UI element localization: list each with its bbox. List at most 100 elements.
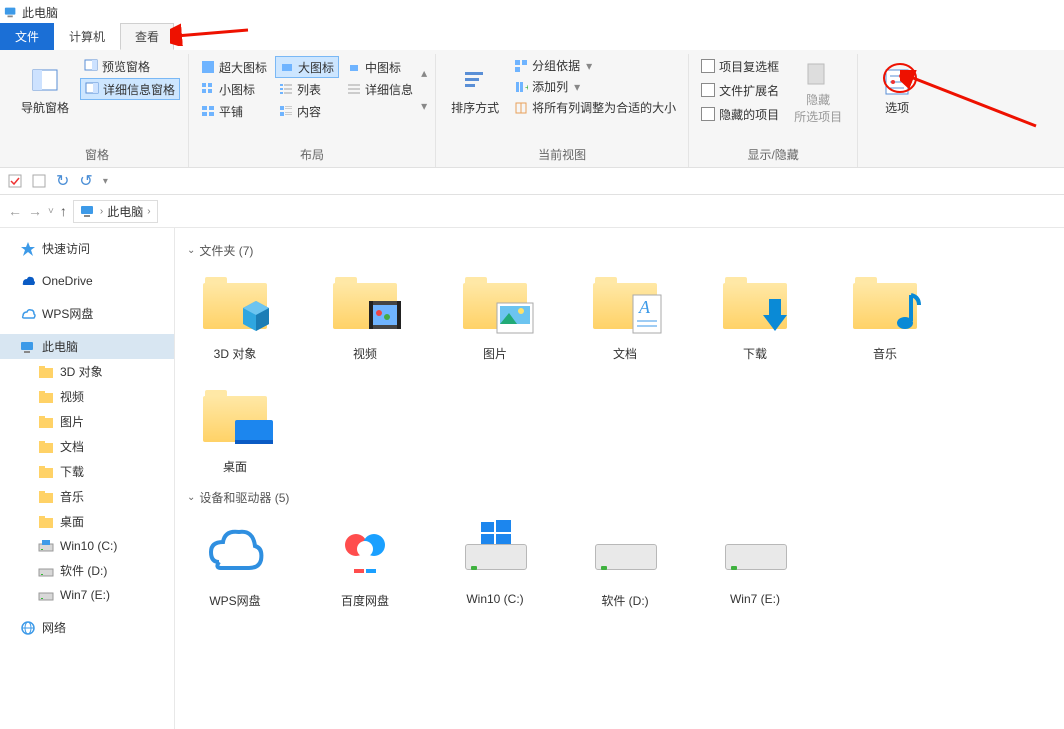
- ribbon-group-options: 选项: [858, 54, 936, 167]
- sidebar-item-documents[interactable]: 文档: [0, 434, 174, 459]
- sidebar-item-quick-access[interactable]: 快速访问: [0, 236, 174, 261]
- group-by-icon: [514, 59, 528, 73]
- breadcrumb-item[interactable]: 此电脑: [107, 203, 143, 220]
- details-pane-toggle[interactable]: 详细信息窗格: [80, 78, 180, 100]
- hide-selected-button[interactable]: 隐藏 所选项目: [787, 56, 849, 128]
- add-columns-button[interactable]: +添加列▾: [510, 77, 680, 96]
- this-pc-icon: [4, 5, 18, 19]
- sidebar-item-onedrive[interactable]: OneDrive: [0, 269, 174, 293]
- options-button[interactable]: 选项: [866, 56, 928, 128]
- forward-button[interactable]: →: [28, 203, 42, 219]
- checkbox-icon: [701, 83, 715, 97]
- sidebar-item-3d-objects[interactable]: 3D 对象: [0, 359, 174, 384]
- up-button[interactable]: ↑: [60, 203, 67, 219]
- chevron-down-icon: ⌄: [187, 492, 195, 503]
- section-header-folders[interactable]: ⌄ 文件夹 (7): [187, 242, 1052, 259]
- sidebar-item-desktop[interactable]: 桌面: [0, 509, 174, 534]
- details-icon: [347, 82, 361, 96]
- cube-icon: [237, 297, 275, 335]
- checkbox-empty-icon[interactable]: [32, 174, 46, 188]
- tile-drive-e[interactable]: Win7 (E:): [707, 514, 803, 609]
- tile-downloads[interactable]: 下载: [707, 267, 803, 362]
- hidden-items-toggle[interactable]: 隐藏的项目: [697, 104, 783, 124]
- sort-by-button[interactable]: 排序方式: [444, 56, 506, 128]
- navigation-sidebar: 快速访问 OneDrive WPS网盘 此电脑 3D 对象 视频 图片 文档 下…: [0, 228, 175, 729]
- tiles-icon: [201, 104, 215, 118]
- sidebar-item-wps[interactable]: WPS网盘: [0, 301, 174, 326]
- tile-drive-d[interactable]: 软件 (D:): [577, 514, 673, 609]
- sidebar-item-drive-e[interactable]: Win7 (E:): [0, 583, 174, 607]
- sidebar-item-network[interactable]: 网络: [0, 615, 174, 640]
- document-icon: A: [631, 293, 665, 335]
- sidebar-item-music[interactable]: 音乐: [0, 484, 174, 509]
- chevron-right-icon[interactable]: ›: [147, 206, 150, 217]
- layout-scroll-up-icon[interactable]: ▴: [421, 66, 427, 80]
- drive-icon: [38, 538, 54, 554]
- undo-icon[interactable]: ↺: [79, 171, 92, 191]
- sidebar-item-downloads[interactable]: 下载: [0, 459, 174, 484]
- content-area: ⌄ 文件夹 (7) 3D 对象 视频: [175, 228, 1064, 729]
- layout-small[interactable]: 小图标: [197, 78, 271, 100]
- history-dropdown-icon[interactable]: ˅: [48, 206, 54, 217]
- ribbon-group-current-view: 排序方式 分组依据▾ +添加列▾ 将所有列调整为合适的大小 当前视图: [436, 54, 689, 167]
- list-icon: [279, 82, 293, 96]
- breadcrumb[interactable]: › 此电脑 ›: [73, 200, 158, 223]
- tile-baidu-drive[interactable]: 百度网盘: [317, 514, 413, 609]
- layout-scroll-down-icon[interactable]: ▾: [421, 99, 427, 113]
- file-extensions-toggle[interactable]: 文件扩展名: [697, 80, 783, 100]
- ribbon-group-panes: 导航窗格 预览窗格 详细信息窗格 窗格: [6, 54, 189, 167]
- preview-pane-icon: [84, 59, 98, 73]
- cloud-icon: [201, 520, 269, 580]
- layout-medium[interactable]: 中图标: [343, 56, 417, 78]
- chevron-down-icon[interactable]: ▾: [103, 176, 108, 187]
- tile-wps-drive[interactable]: WPS网盘: [187, 514, 283, 609]
- sidebar-item-this-pc[interactable]: 此电脑: [0, 334, 174, 359]
- folder-icon: [38, 414, 54, 430]
- tab-view[interactable]: 查看: [120, 23, 174, 50]
- tab-computer[interactable]: 计算机: [54, 23, 120, 50]
- layout-details[interactable]: 详细信息: [343, 78, 417, 100]
- layout-large[interactable]: 大图标: [275, 56, 339, 78]
- sidebar-item-drive-d[interactable]: 软件 (D:): [0, 558, 174, 583]
- drive-icon: [38, 563, 54, 579]
- checkbox-icon: [701, 107, 715, 121]
- group-by-button[interactable]: 分组依据▾: [510, 56, 680, 75]
- sidebar-item-videos[interactable]: 视频: [0, 384, 174, 409]
- small-icon: [201, 82, 215, 96]
- details-pane-icon: [85, 82, 99, 96]
- picture-icon: [495, 301, 535, 335]
- network-icon: [20, 620, 36, 636]
- tile-pictures[interactable]: 图片: [447, 267, 543, 362]
- preview-pane-toggle[interactable]: 预览窗格: [80, 56, 180, 76]
- tile-music[interactable]: 音乐: [837, 267, 933, 362]
- content-icon: [279, 104, 293, 118]
- tile-documents[interactable]: A 文档: [577, 267, 673, 362]
- tile-videos[interactable]: 视频: [317, 267, 413, 362]
- layout-extra-large[interactable]: 超大图标: [197, 56, 271, 78]
- layout-tiles[interactable]: 平铺: [197, 100, 271, 122]
- nav-pane-button[interactable]: 导航窗格: [14, 56, 76, 128]
- item-checkboxes-toggle[interactable]: 项目复选框: [697, 56, 783, 76]
- ribbon-group-label: 布局: [300, 144, 324, 165]
- fit-columns-button[interactable]: 将所有列调整为合适的大小: [510, 98, 680, 117]
- layout-content[interactable]: 内容: [275, 100, 339, 122]
- tile-drive-c[interactable]: Win10 (C:): [447, 514, 543, 609]
- desktop-icon: [233, 416, 275, 448]
- cloud-icon: [20, 306, 36, 322]
- back-button[interactable]: ←: [8, 203, 22, 219]
- section-header-drives[interactable]: ⌄ 设备和驱动器 (5): [187, 489, 1052, 506]
- ribbon-tabs: 文件 计算机 查看: [0, 24, 1064, 50]
- sidebar-item-drive-c[interactable]: Win10 (C:): [0, 534, 174, 558]
- tile-3d-objects[interactable]: 3D 对象: [187, 267, 283, 362]
- tile-desktop[interactable]: 桌面: [187, 380, 283, 475]
- address-bar: ← → ˅ ↑ › 此电脑 ›: [0, 195, 1064, 228]
- fit-columns-icon: [514, 101, 528, 115]
- checkbox-check-icon[interactable]: [8, 174, 22, 188]
- folder-icon: [38, 389, 54, 405]
- layout-list[interactable]: 列表: [275, 78, 339, 100]
- redo-icon[interactable]: ↻: [56, 171, 69, 191]
- tab-file[interactable]: 文件: [0, 23, 54, 50]
- chevron-right-icon[interactable]: ›: [100, 206, 103, 217]
- sidebar-item-pictures[interactable]: 图片: [0, 409, 174, 434]
- chevron-down-icon: ⌄: [187, 245, 195, 256]
